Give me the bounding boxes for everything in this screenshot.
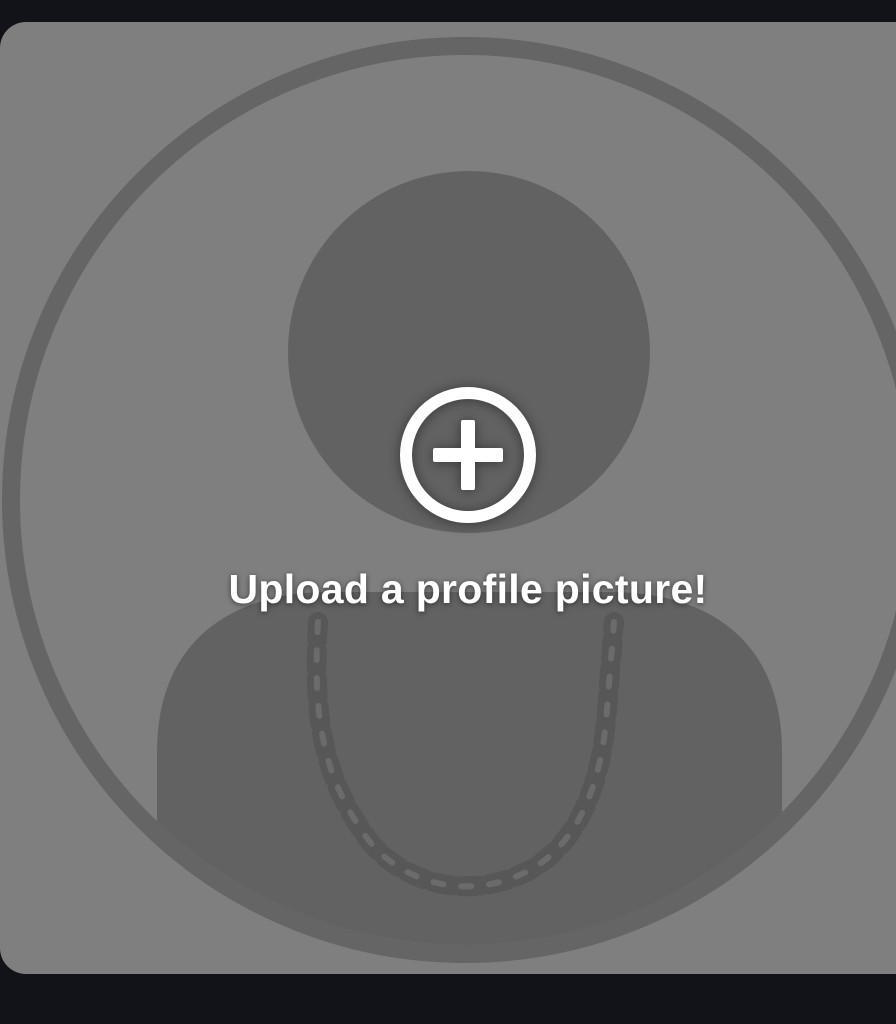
upload-label[interactable]: Upload a profile picture! [0, 566, 896, 613]
profile-picture-upload-card[interactable]: Upload a profile picture! [0, 22, 896, 974]
avatar-body [157, 592, 782, 945]
plus-circle-icon [400, 387, 536, 523]
screen: Upload a profile picture! [0, 0, 896, 1024]
upload-picture-button[interactable] [397, 384, 539, 526]
